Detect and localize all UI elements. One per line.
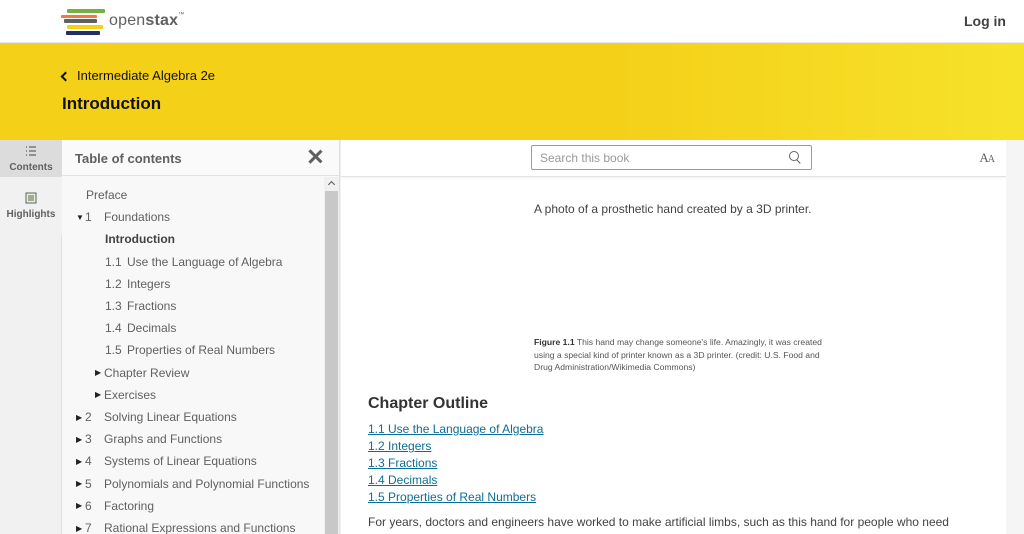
toc-item[interactable]: 1.3 Fractions (105, 296, 176, 316)
caret-down-icon[interactable]: ▼ (76, 213, 85, 222)
toc-item-label: Use the Language of Algebra (127, 254, 283, 269)
toc-item[interactable]: ▶ Chapter Review (95, 363, 189, 383)
toc-item-number: 1.3 (105, 299, 122, 313)
toc-scrollbar[interactable] (324, 177, 339, 534)
toc-item[interactable]: ▶ 2 Solving Linear Equations (76, 407, 237, 427)
toc-item-label: Factoring (104, 498, 155, 513)
right-gutter (1006, 140, 1024, 534)
toc-item-number: 1 (85, 210, 92, 225)
toc-item-label: Graphs and Functions (104, 432, 223, 447)
toc-item[interactable]: ▶ 7 Rational Expressions and Functions (76, 518, 295, 534)
toc-item-label: Foundations (104, 210, 171, 225)
toc-header: Table of contents (62, 140, 339, 176)
content-toolbar: AA (341, 140, 1006, 177)
toc-item-number: 3 (85, 432, 92, 447)
toc-item[interactable]: 1.4 Decimals (105, 318, 176, 338)
toc-title: Table of contents (75, 151, 182, 166)
toc-item-label: Fractions (127, 299, 177, 313)
search-box[interactable] (531, 145, 812, 170)
caret-right-icon[interactable]: ▶ (76, 501, 85, 510)
logo-books-icon (61, 6, 105, 36)
scroll-up-arrow-icon[interactable] (324, 177, 339, 190)
figure-label: Figure 1.1 (534, 337, 575, 347)
toc-item-number: 1.4 (105, 321, 122, 336)
outline-link[interactable]: 1.2 Integers (368, 438, 543, 455)
toc-item-label: Polynomials and Polynomial Functions (104, 476, 310, 491)
caret-right-icon[interactable]: ▶ (76, 457, 85, 466)
caret-right-icon[interactable]: ▶ (76, 413, 85, 422)
toc-item-number: 7 (85, 521, 92, 534)
outline-link[interactable]: 1.1 Use the Language of Algebra (368, 421, 543, 438)
toc-item[interactable]: Introduction (105, 229, 175, 249)
toc-item-number: 6 (85, 498, 92, 513)
caret-right-icon[interactable]: ▶ (76, 479, 85, 488)
side-toolbar: Contents Highlights (0, 140, 62, 534)
search-icon[interactable] (789, 151, 801, 163)
contents-button[interactable]: Contents (0, 140, 62, 177)
toc-item-label: Systems of Linear Equations (104, 454, 257, 469)
chapter-outline-heading: Chapter Outline (368, 395, 489, 412)
toc-item-number: 4 (85, 454, 92, 469)
login-link[interactable]: Log in (964, 13, 1006, 29)
toc-item-label: Preface (86, 188, 128, 202)
toc-item[interactable]: ▶ 6 Factoring (76, 496, 154, 516)
highlights-icon (25, 192, 37, 206)
toc-item[interactable]: 1.1 Use the Language of Algebra (105, 252, 282, 272)
intro-paragraph: For years, doctors and engineers have wo… (368, 515, 949, 529)
logo-wordmark: openstax™ (109, 12, 185, 29)
main-content: AA A photo of a prosthetic hand created … (341, 140, 1006, 534)
toc-item[interactable]: Preface (86, 185, 127, 205)
text-size-button[interactable]: AA (979, 150, 995, 166)
book-banner: Intermediate Algebra 2e Introduction (0, 43, 1024, 140)
contents-label: Contents (9, 161, 53, 173)
toc-item-number: 1.5 (105, 343, 122, 358)
list-icon (25, 145, 37, 159)
toc-item-label: Decimals (127, 321, 177, 336)
table-of-contents-panel: Table of contents Preface ▼ 1 Foundations In… (62, 140, 340, 534)
openstax-logo[interactable]: openstax™ (61, 6, 241, 36)
toc-item-number: 1.1 (105, 254, 122, 269)
highlights-label: Highlights (6, 209, 56, 220)
toc-item-label: Properties of Real Numbers (127, 343, 276, 358)
close-icon[interactable] (305, 147, 325, 167)
chapter-outline-links: 1.1 Use the Language of Algebra 1.2 Inte… (368, 421, 543, 506)
toc-item-number: 5 (85, 476, 92, 491)
toc-item[interactable]: ▶ 5 Polynomials and Polynomial Functions (76, 474, 309, 494)
top-nav: openstax™ Log in (0, 0, 1024, 43)
page-title: Introduction (62, 94, 162, 113)
figure-caption: Figure 1.1 This hand may change someone'… (534, 337, 822, 372)
toc-item-label: Solving Linear Equations (104, 410, 237, 424)
toc-item[interactable]: 1.2 Integers (105, 274, 170, 294)
outline-link[interactable]: 1.4 Decimals (368, 472, 543, 489)
toc-item[interactable]: ▼ 1 Foundations (76, 207, 170, 227)
scrollbar-thumb[interactable] (325, 191, 338, 534)
toc-item-label: Integers (127, 276, 171, 291)
toc-item-number: 1.2 (105, 276, 122, 291)
figure-alt-text: A photo of a prosthetic hand created by … (534, 202, 812, 216)
toc-item-label: Introduction (105, 232, 175, 247)
highlights-button[interactable]: Highlights (0, 177, 62, 235)
book-title: Intermediate Algebra 2e (77, 68, 216, 83)
toc-item-number: 2 (85, 410, 92, 424)
caret-right-icon[interactable]: ▶ (76, 524, 85, 533)
toc-item[interactable]: ▶ Exercises (95, 385, 156, 405)
caret-right-icon[interactable]: ▶ (95, 390, 104, 399)
toc-list: Preface ▼ 1 Foundations Introduction 1.1 Use t… (62, 177, 324, 534)
caret-right-icon[interactable]: ▶ (95, 368, 104, 377)
toc-item-label: Exercises (104, 387, 157, 402)
caret-right-icon[interactable]: ▶ (76, 435, 85, 444)
outline-link[interactable]: 1.5 Properties of Real Numbers (368, 489, 543, 506)
toc-item[interactable]: ▶ 3 Graphs and Functions (76, 429, 222, 449)
outline-link[interactable]: 1.3 Fractions (368, 455, 543, 472)
toc-item-label: Rational Expressions and Functions (104, 521, 296, 534)
toc-item[interactable]: ▶ 4 Systems of Linear Equations (76, 451, 257, 471)
chevron-left-icon (60, 71, 71, 81)
search-input[interactable] (532, 146, 772, 169)
book-title-breadcrumb[interactable]: Intermediate Algebra 2e (60, 68, 216, 83)
toc-item[interactable]: 1.5 Properties of Real Numbers (105, 340, 275, 360)
toc-item-label: Chapter Review (104, 365, 190, 380)
